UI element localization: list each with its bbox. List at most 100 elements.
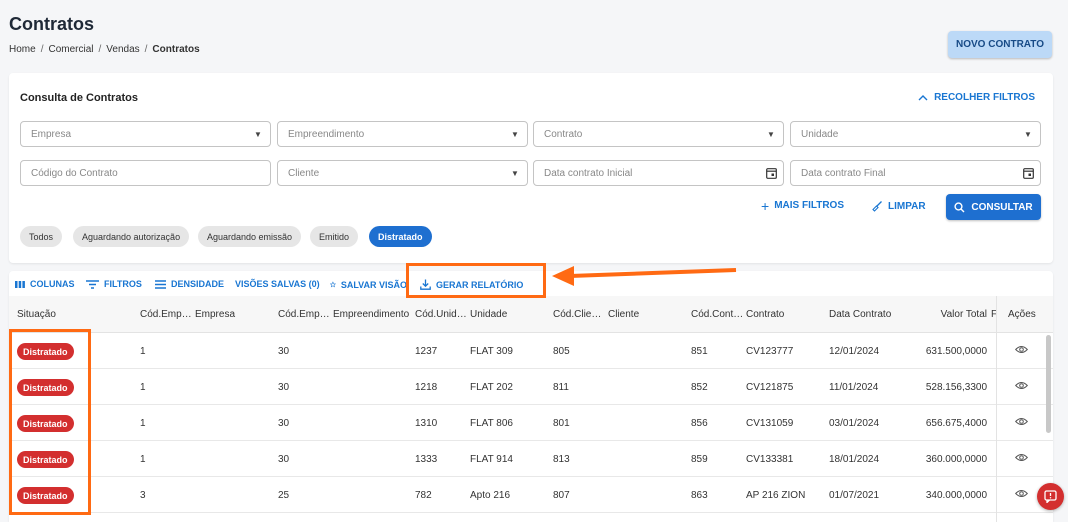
col-cod-contrato[interactable]: Cód.Cont…: [691, 309, 743, 320]
cell-cod-empreendimento: 30: [278, 382, 290, 393]
data-inicial-placeholder: Data contrato Inicial: [544, 167, 633, 179]
data-final-input[interactable]: Data contrato Final: [790, 160, 1041, 186]
density-button[interactable]: DENSIDADE: [155, 279, 224, 289]
col-cod-empresa[interactable]: Cód.Emp…: [140, 309, 192, 320]
cell-cod-unidade: 1218: [415, 382, 438, 393]
cell-cod-empresa: 3: [140, 490, 146, 501]
table-row[interactable]: Distratado 1 30 1333 FLAT 914 813 859 CV…: [9, 441, 1053, 477]
cliente-select[interactable]: Cliente ▼: [277, 160, 528, 186]
cell-contrato: CV131059: [746, 418, 794, 429]
breadcrumb-home[interactable]: Home: [9, 44, 36, 55]
cell-cod-cliente: 813: [553, 454, 570, 465]
cell-cod-contrato: 859: [691, 454, 708, 465]
clear-filters-button[interactable]: LIMPAR: [871, 200, 926, 212]
col-cod-cliente[interactable]: Cód.Clie…: [553, 309, 601, 320]
empreendimento-select[interactable]: Empreendimento ▼: [277, 121, 528, 147]
cell-unidade: Apto 216: [470, 490, 511, 501]
save-view-button[interactable]: SALVAR VISÃO: [330, 279, 407, 290]
breadcrumb-comercial[interactable]: Comercial: [48, 44, 93, 55]
cell-cod-cliente: 811: [553, 382, 569, 393]
caret-down-icon: ▼: [254, 129, 262, 139]
calendar-icon[interactable]: [1016, 167, 1040, 179]
col-cod-unidade[interactable]: Cód.Unid…: [415, 309, 467, 320]
vertical-scrollbar[interactable]: [1046, 335, 1051, 433]
cell-cod-cliente: 805: [553, 346, 570, 357]
search-button-label: CONSULTAR: [971, 201, 1033, 213]
clear-filters-label: LIMPAR: [888, 200, 926, 212]
eye-icon[interactable]: [1015, 489, 1028, 498]
eye-icon[interactable]: [1015, 417, 1028, 426]
contracts-grid: COLUNAS FILTROS DENSIDADE VISÕES SALVAS …: [9, 271, 1053, 522]
breadcrumb: Home / Comercial / Vendas / Contratos: [9, 44, 200, 55]
chip-distratado[interactable]: Distratado: [369, 226, 432, 247]
search-button[interactable]: CONSULTAR: [946, 194, 1041, 220]
cell-cod-empresa: 1: [140, 454, 146, 465]
feedback-icon: [1044, 490, 1057, 503]
col-data-contrato[interactable]: Data Contrato: [829, 309, 891, 320]
col-cliente[interactable]: Cliente: [608, 309, 639, 320]
filters-button[interactable]: FILTROS: [86, 279, 142, 289]
cell-data-contrato: 03/01/2024: [829, 418, 880, 429]
columns-button[interactable]: COLUNAS: [15, 279, 75, 289]
chip-todos[interactable]: Todos: [20, 226, 63, 247]
col-situacao[interactable]: Situação: [17, 309, 56, 320]
filter-lines-icon: [86, 279, 99, 289]
col-valor-total[interactable]: Valor Total: [909, 309, 987, 320]
cell-cod-contrato: 863: [691, 490, 708, 501]
table-row[interactable]: Distratado 1 30 1310 FLAT 806 801 856 CV…: [9, 405, 1053, 441]
contrato-placeholder: Contrato: [544, 128, 583, 140]
chip-aguardando-autorizacao[interactable]: Aguardando autorização: [73, 226, 190, 247]
empresa-select[interactable]: Empresa ▼: [20, 121, 271, 147]
chip-aguardando-emissao[interactable]: Aguardando emissão: [198, 226, 302, 247]
cell-contrato: CV123777: [746, 346, 794, 357]
page-header: Contratos Home / Comercial / Vendas / Contrato…: [0, 0, 1068, 70]
cell-cod-contrato: 852: [691, 382, 708, 393]
breadcrumb-current: Contratos: [152, 44, 200, 55]
collapse-filters-button[interactable]: RECOLHER FILTROS: [918, 92, 1035, 103]
cell-cod-empreendimento: 30: [278, 418, 290, 429]
cell-cod-unidade: 782: [415, 490, 432, 501]
col-contrato[interactable]: Contrato: [746, 309, 784, 320]
table-row[interactable]: Distratado 1 30 1237 FLAT 309 805 851 CV…: [9, 333, 1053, 369]
cell-contrato: CV133381: [746, 454, 794, 465]
col-cod-empreendimento[interactable]: Cód.Emp…: [278, 309, 330, 320]
save-view-label: SALVAR VISÃO: [340, 279, 407, 290]
cell-cod-empreendimento: 25: [278, 490, 290, 501]
unidade-placeholder: Unidade: [801, 128, 839, 140]
search-icon: [954, 201, 965, 212]
report-button-highlight: [406, 263, 546, 298]
filter-card-title: Consulta de Contratos: [20, 92, 138, 104]
data-inicial-input[interactable]: Data contrato Inicial: [533, 160, 784, 186]
new-contract-button[interactable]: NOVO CONTRATO: [948, 31, 1052, 58]
density-label: DENSIDADE: [171, 279, 225, 289]
table-row[interactable]: Distratado 3 25 782 Apto 216 807 863 AP …: [9, 477, 1053, 513]
eye-icon[interactable]: [1015, 381, 1028, 390]
cell-unidade: FLAT 914: [470, 454, 513, 465]
breadcrumb-vendas[interactable]: Vendas: [106, 44, 139, 55]
contrato-select[interactable]: Contrato ▼: [533, 121, 784, 147]
saved-views-button[interactable]: VISÕES SALVAS (0): [235, 279, 320, 289]
cell-unidade: FLAT 202: [470, 382, 513, 393]
caret-down-icon: ▼: [511, 168, 519, 178]
col-unidade[interactable]: Unidade: [470, 309, 507, 320]
unidade-select[interactable]: Unidade ▼: [790, 121, 1041, 147]
col-acoes: Ações: [1008, 309, 1036, 320]
codigo-contrato-input[interactable]: Código do Contrato: [20, 160, 271, 186]
eye-icon[interactable]: [1015, 453, 1028, 462]
chip-emitido[interactable]: Emitido: [310, 226, 359, 247]
cell-valor-total: 360.000,0000: [925, 454, 987, 465]
actions-column-divider: [996, 296, 997, 522]
more-filters-button[interactable]: + MAIS FILTROS: [761, 199, 844, 213]
col-empreendimento[interactable]: Empreendimento: [333, 309, 409, 320]
table-row[interactable]: Distratado 1 30 1218 FLAT 202 811 852 CV…: [9, 369, 1053, 405]
chat-fab[interactable]: [1037, 483, 1064, 510]
cell-cod-contrato: 856: [691, 418, 708, 429]
cell-cod-empresa: 1: [140, 382, 146, 393]
calendar-icon[interactable]: [759, 167, 783, 179]
col-empresa[interactable]: Empresa: [195, 309, 235, 320]
annotation-arrow-icon: [552, 266, 737, 286]
cell-cod-empresa: 1: [140, 346, 146, 357]
filters-label: FILTROS: [104, 279, 142, 289]
cell-data-contrato: 12/01/2024: [829, 346, 880, 357]
eye-icon[interactable]: [1015, 345, 1028, 354]
